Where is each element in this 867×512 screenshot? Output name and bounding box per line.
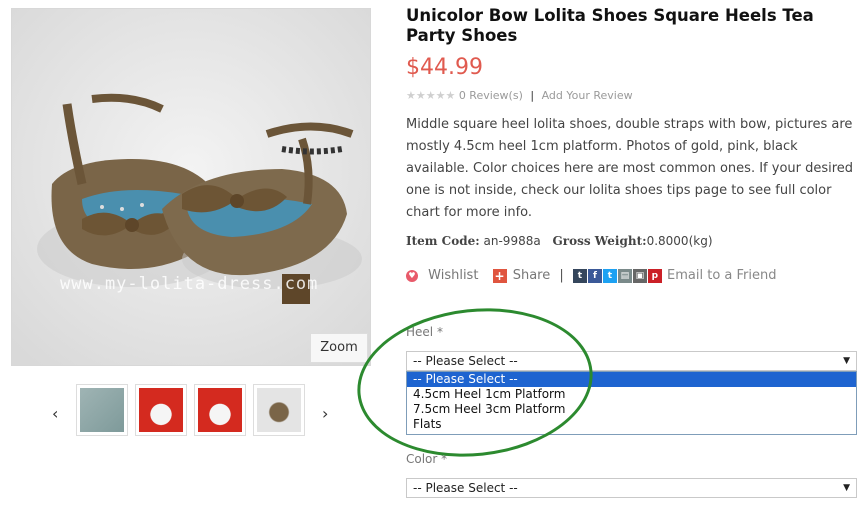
email-friend-link[interactable]: Email to a Friend bbox=[667, 268, 776, 283]
share-link[interactable]: Share bbox=[513, 268, 551, 283]
reviews-row: ★★★★★ 0 Review(s) | Add Your Review bbox=[406, 89, 633, 102]
product-main-image[interactable]: www.my-lolita-dress.com Zoom bbox=[11, 8, 371, 366]
heel-label: Heel * bbox=[406, 325, 443, 339]
item-code-value: an-9988a bbox=[483, 234, 541, 248]
plus-icon[interactable]: + bbox=[492, 268, 507, 283]
twitter-icon[interactable]: t bbox=[602, 268, 617, 283]
gross-weight-value: 0.8000(kg) bbox=[646, 234, 713, 248]
tumblr-icon[interactable]: t bbox=[572, 268, 587, 283]
wishlist-link[interactable]: Wishlist bbox=[428, 268, 478, 283]
product-description: Middle square heel lolita shoes, double … bbox=[406, 117, 854, 220]
gross-weight-label: Gross Weight: bbox=[552, 234, 647, 248]
print-icon[interactable]: ▤ bbox=[617, 268, 632, 283]
shoes-photo bbox=[12, 9, 370, 365]
heel-option[interactable]: Flats bbox=[407, 417, 856, 432]
reviews-separator: | bbox=[530, 89, 535, 102]
heel-option[interactable]: 7.5cm Heel 3cm Platform bbox=[407, 402, 856, 417]
rating-stars-icon: ★★★★★ bbox=[406, 89, 456, 102]
color-label: Color * bbox=[406, 452, 448, 466]
item-code-label: Item Code: bbox=[406, 234, 480, 248]
facebook-icon[interactable]: f bbox=[587, 268, 602, 283]
heel-select[interactable]: -- Please Select -- ▼ bbox=[406, 351, 857, 371]
heel-option[interactable]: 4.5cm Heel 1cm Platform bbox=[407, 387, 856, 402]
product-title: Unicolor Bow Lolita Shoes Square Heels T… bbox=[406, 6, 814, 45]
dropdown-arrow-icon: ▼ bbox=[843, 356, 850, 366]
thumbnail-prev-arrow[interactable]: ‹ bbox=[52, 404, 58, 423]
social-actions: ♥ Wishlist + Share | t f t ▤ ▣ p Email to a F… bbox=[406, 268, 777, 290]
heel-dropdown-list: -- Please Select -- 4.5cm Heel 1cm Platf… bbox=[406, 371, 857, 435]
zoom-button[interactable]: Zoom bbox=[310, 333, 368, 363]
heart-icon: ♥ bbox=[406, 269, 418, 282]
share-separator: | bbox=[559, 268, 564, 283]
dropdown-arrow-icon: ▼ bbox=[843, 483, 850, 493]
color-select-value: -- Please Select -- bbox=[413, 481, 518, 495]
thumbnail-2[interactable] bbox=[135, 384, 187, 436]
pinterest-icon[interactable]: p bbox=[647, 268, 662, 283]
heel-select-value: -- Please Select -- bbox=[413, 354, 518, 368]
add-review-link[interactable]: Add Your Review bbox=[542, 89, 633, 102]
thumbnail-next-arrow[interactable]: › bbox=[322, 404, 328, 423]
reviews-count-link[interactable]: 0 Review(s) bbox=[459, 89, 523, 102]
thumbnail-3[interactable] bbox=[194, 384, 246, 436]
color-select[interactable]: -- Please Select -- ▼ bbox=[406, 478, 857, 498]
save-icon[interactable]: ▣ bbox=[632, 268, 647, 283]
product-price: $44.99 bbox=[406, 55, 483, 80]
image-watermark: www.my-lolita-dress.com bbox=[60, 274, 319, 294]
thumbnail-1[interactable] bbox=[76, 384, 128, 436]
heel-option[interactable]: -- Please Select -- bbox=[407, 372, 856, 387]
product-codes: Item Code: an-9988a Gross Weight:0.8000(… bbox=[406, 234, 713, 248]
thumbnail-4[interactable] bbox=[253, 384, 305, 436]
